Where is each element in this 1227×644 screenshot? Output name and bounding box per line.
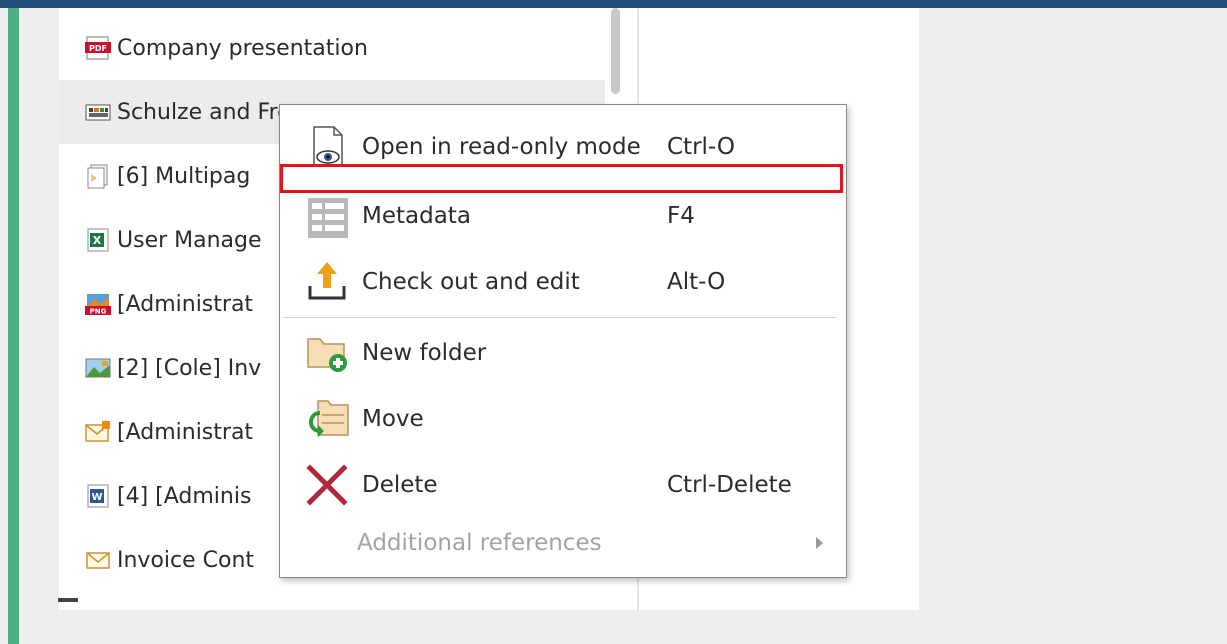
list-item-label: User Manage <box>117 227 262 253</box>
svg-text:PDF: PDF <box>89 44 107 53</box>
email-flagged-icon <box>85 421 110 442</box>
menu-item-move[interactable]: Move <box>280 389 846 449</box>
menu-item-check-out-edit[interactable]: Check out and edit Alt-O <box>280 252 846 312</box>
menu-item-shortcut: F4 <box>667 203 695 229</box>
list-item-label: Invoice Cont <box>117 547 255 573</box>
partial-list-item <box>58 598 78 602</box>
menu-item-additional-references[interactable]: Additional references <box>280 513 846 573</box>
menu-item-label: New folder <box>362 340 487 366</box>
list-item-label: [Administrat <box>117 291 254 317</box>
left-accent-bar <box>8 8 19 644</box>
submenu-arrow-icon <box>816 537 823 549</box>
list-item[interactable]: PDF Company presentation <box>59 16 605 80</box>
png-image-icon: PNG <box>85 294 111 316</box>
menu-item-label: Delete <box>362 472 438 498</box>
highlight-annotation-box <box>280 164 843 193</box>
excel-icon: X <box>87 228 109 252</box>
menu-item-metadata[interactable]: Metadata F4 <box>280 186 846 246</box>
menu-item-label: Additional references <box>357 530 602 556</box>
list-item-label: [4] [Adminis <box>117 483 252 509</box>
pdf-icon: PDF <box>85 36 111 60</box>
svg-text:PNG: PNG <box>90 308 107 316</box>
list-item-label: [Administrat <box>117 419 254 445</box>
menu-item-delete[interactable]: Delete Ctrl-Delete <box>280 455 846 515</box>
menu-item-label: Metadata <box>362 203 471 229</box>
new-folder-icon <box>307 338 347 372</box>
email-icon <box>86 552 110 569</box>
list-item-label: [6] Multipag <box>117 163 251 189</box>
video-icon <box>85 104 111 121</box>
multipage-document-icon <box>87 164 108 189</box>
menu-item-shortcut: Ctrl-O <box>667 134 735 160</box>
delete-x-icon <box>306 464 348 506</box>
menu-separator <box>283 317 836 318</box>
list-item-label: Schulze and Fre <box>117 99 291 125</box>
svg-text:W: W <box>91 492 102 503</box>
list-item-label: Company presentation <box>117 35 368 61</box>
list-item-label: [2] [Cole] Inv <box>117 355 262 381</box>
menu-item-shortcut: Alt-O <box>667 269 726 295</box>
read-only-eye-icon <box>313 126 343 166</box>
menu-item-label: Move <box>362 406 424 432</box>
image-icon <box>85 358 111 378</box>
top-accent-bar <box>0 0 1227 8</box>
metadata-grid-icon <box>308 198 348 238</box>
svg-text:X: X <box>93 234 102 247</box>
check-out-upload-icon <box>308 262 346 300</box>
menu-item-new-folder[interactable]: New folder <box>280 323 846 383</box>
menu-item-label: Check out and edit <box>362 269 580 295</box>
move-folder-icon <box>309 400 349 437</box>
menu-item-label: Open in read-only mode <box>362 134 641 160</box>
list-scrollbar[interactable] <box>611 8 620 94</box>
menu-item-shortcut: Ctrl-Delete <box>667 472 792 498</box>
word-icon: W <box>87 484 109 508</box>
